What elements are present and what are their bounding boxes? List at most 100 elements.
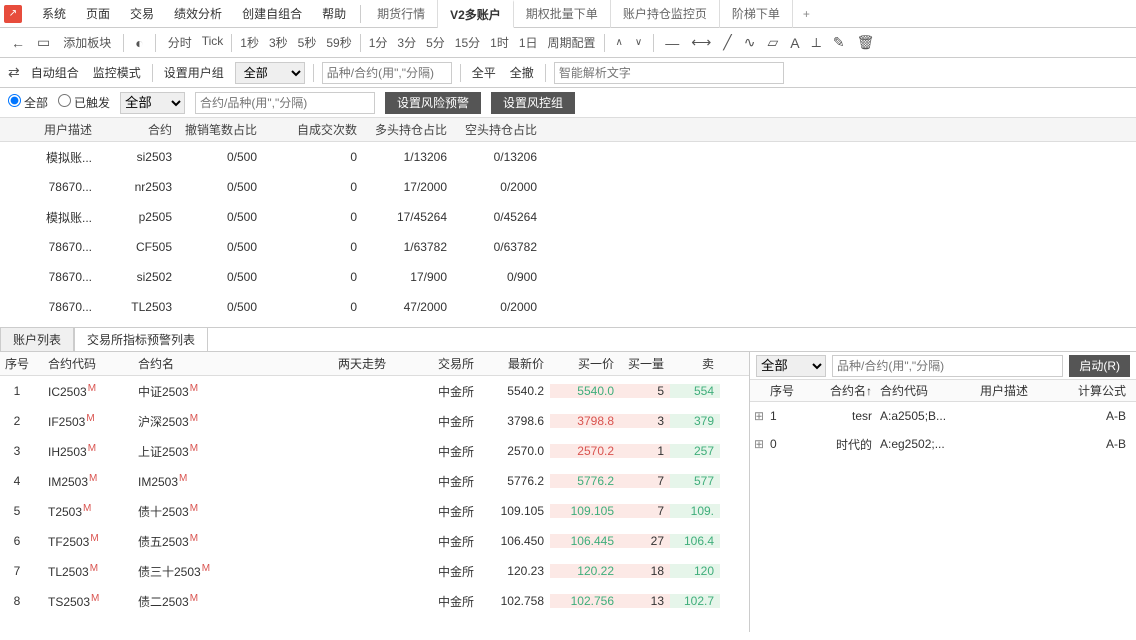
quote-row[interactable]: 5T2503M债十2503M中金所109.105109.1057109. (0, 496, 749, 526)
timeframe-button[interactable]: 15分 (451, 34, 484, 52)
col-desc[interactable]: 用户描述 (0, 121, 100, 138)
menu-item[interactable]: 系统 (32, 5, 76, 22)
rcol-name[interactable]: 合约名↑ (806, 382, 876, 399)
delete-icon[interactable]: 🗑 (854, 34, 878, 51)
timeframe-button[interactable]: 分时 (164, 34, 196, 52)
timeframe-button[interactable]: 1秒 (236, 34, 263, 52)
table-row[interactable]: 78670...CF5050/50001/637820/63782 (0, 232, 1136, 262)
main-tab[interactable]: 账户持仓监控页 (611, 0, 720, 28)
flat-all-button[interactable]: 全平 (469, 64, 499, 81)
start-button[interactable]: 启动(R) (1069, 355, 1130, 377)
timeframe-button[interactable]: 3秒 (265, 34, 292, 52)
hline-icon[interactable]: ⟷ (688, 34, 714, 51)
qcol-bvol[interactable]: 买一量 (620, 355, 670, 372)
table-row[interactable]: 模拟账...p25050/500017/452640/45264 (0, 202, 1136, 232)
timeframe-button[interactable]: Tick (198, 34, 228, 52)
edit-icon[interactable]: ✎ (830, 34, 848, 51)
rcol-code[interactable]: 合约代码 (876, 382, 976, 399)
menu-item[interactable]: 页面 (76, 5, 120, 22)
mid-tabs: 账户列表交易所指标预警列表 (0, 328, 1136, 352)
qcol-code[interactable]: 合约代码 (40, 355, 130, 372)
qcol-trend[interactable]: 两天走势 (310, 355, 420, 372)
measure-icon[interactable]: ⟂ (809, 34, 824, 51)
back-icon[interactable]: ← (8, 35, 28, 51)
timeframe-button[interactable]: 1时 (486, 34, 513, 52)
quote-row[interactable]: 4IM2503MIM2503M中金所5776.25776.27577 (0, 466, 749, 496)
cancel-all-button[interactable]: 全撤 (507, 64, 537, 81)
main-tab[interactable]: 期货行情 (365, 0, 438, 28)
col-code[interactable]: 合约 (100, 121, 180, 138)
risk-table-header: 用户描述 合约 撤销笔数占比 自成交次数 多头持仓占比 空头持仓占比 (0, 118, 1136, 142)
qcol-ask[interactable]: 卖 (670, 355, 720, 372)
main-tab[interactable]: V2多账户 (438, 0, 514, 28)
menu-item[interactable]: 绩效分析 (164, 5, 232, 22)
text-icon[interactable]: A (787, 35, 802, 51)
contract-input[interactable] (195, 92, 375, 114)
qcol-bid[interactable]: 买一价 (550, 355, 620, 372)
add-tab-button[interactable]: + (793, 7, 820, 21)
timeframe-button[interactable]: 5秒 (294, 34, 321, 52)
quote-row[interactable]: 7TL2503M债三十2503M中金所120.23120.2218120 (0, 556, 749, 586)
chevron-down-icon[interactable]: ∨ (632, 37, 645, 48)
settings-icon[interactable]: ⇄ (8, 64, 20, 81)
expand-icon[interactable]: ⊞ (750, 437, 766, 451)
zigzag-icon[interactable]: ∿ (741, 34, 759, 51)
set-risk-group-button[interactable]: 设置风控组 (491, 92, 575, 114)
expand-icon[interactable]: ⊞ (750, 409, 766, 423)
formula-group-select[interactable]: 全部 (756, 355, 826, 377)
formula-header: 序号 合约名↑ 合约代码 用户描述 计算公式 (750, 380, 1136, 402)
timeframe-button[interactable]: 1分 (365, 34, 392, 52)
qcol-idx[interactable]: 序号 (0, 355, 40, 372)
quote-row[interactable]: 3IH2503M上证2503M中金所2570.02570.21257 (0, 436, 749, 466)
timeframe-button[interactable]: 1日 (515, 34, 542, 52)
col-self[interactable]: 自成交次数 (265, 121, 365, 138)
radio-all[interactable]: 全部 (8, 94, 48, 111)
formula-row[interactable]: ⊞0时代的A:eg2502;...A-B (750, 430, 1136, 458)
menu-item[interactable]: 创建自组合 (232, 5, 312, 22)
theme-toggle-icon[interactable]: ◐ (132, 35, 146, 51)
quote-row[interactable]: 6TF2503M债五2503M中金所106.450106.44527106.4 (0, 526, 749, 556)
board-icon[interactable]: ▭ (34, 34, 53, 51)
menu-item[interactable]: 帮助 (312, 5, 356, 22)
timeframe-button[interactable]: 3分 (393, 34, 420, 52)
contract-filter-input[interactable] (322, 62, 452, 84)
line-icon[interactable]: — (662, 35, 682, 51)
quote-row[interactable]: 8TS2503M债二2503M中金所102.758102.75613102.7 (0, 586, 749, 616)
timeframe-button[interactable]: 周期配置 (544, 34, 600, 52)
table-row[interactable]: 78670...TL25030/500047/20000/2000 (0, 292, 1136, 322)
formula-row[interactable]: ⊞1tesrA:a2505;B...A-B (750, 402, 1136, 430)
qcol-name[interactable]: 合约名 (130, 355, 310, 372)
radio-triggered[interactable]: 已触发 (58, 94, 110, 111)
col-short[interactable]: 空头持仓占比 (455, 121, 545, 138)
group-select[interactable]: 全部 (235, 62, 305, 84)
rect-icon[interactable]: ▱ (764, 34, 781, 51)
rcol-desc[interactable]: 用户描述 (976, 382, 1056, 399)
mid-tab[interactable]: 交易所指标预警列表 (74, 327, 208, 351)
col-long[interactable]: 多头持仓占比 (365, 121, 455, 138)
diag-icon[interactable]: ╱ (720, 34, 734, 51)
set-risk-alert-button[interactable]: 设置风险预警 (385, 92, 481, 114)
main-tab[interactable]: 阶梯下单 (720, 0, 793, 28)
timeframe-button[interactable]: 5分 (422, 34, 449, 52)
add-board-button[interactable]: 添加板块 (59, 34, 115, 51)
qcol-last[interactable]: 最新价 (480, 355, 550, 372)
formula-filter-input[interactable] (832, 355, 1063, 377)
rcol-formula[interactable]: 计算公式 (1056, 382, 1136, 399)
qcol-exch[interactable]: 交易所 (420, 355, 480, 372)
rcol-idx[interactable]: 序号 (766, 382, 806, 399)
main-tab[interactable]: 期权批量下单 (514, 0, 611, 28)
monitor-mode-button[interactable]: 监控模式 (90, 64, 144, 81)
table-row[interactable]: 78670...si25020/500017/9000/900 (0, 262, 1136, 292)
quote-row[interactable]: 1IC2503M中证2503M中金所5540.25540.05554 (0, 376, 749, 406)
table-row[interactable]: 78670...nr25030/500017/20000/2000 (0, 172, 1136, 202)
filter-select[interactable]: 全部 (120, 92, 185, 114)
quote-row[interactable]: 2IF2503M沪深2503M中金所3798.63798.83379 (0, 406, 749, 436)
smart-parse-input[interactable] (554, 62, 784, 84)
table-row[interactable]: 模拟账...si25030/50001/132060/13206 (0, 142, 1136, 172)
auto-group-button[interactable]: 自动组合 (28, 64, 82, 81)
mid-tab[interactable]: 账户列表 (0, 327, 74, 351)
menu-item[interactable]: 交易 (120, 5, 164, 22)
timeframe-button[interactable]: 59秒 (322, 34, 355, 52)
chevron-up-icon[interactable]: ∧ (613, 37, 626, 48)
col-cancel[interactable]: 撤销笔数占比 (180, 121, 265, 138)
